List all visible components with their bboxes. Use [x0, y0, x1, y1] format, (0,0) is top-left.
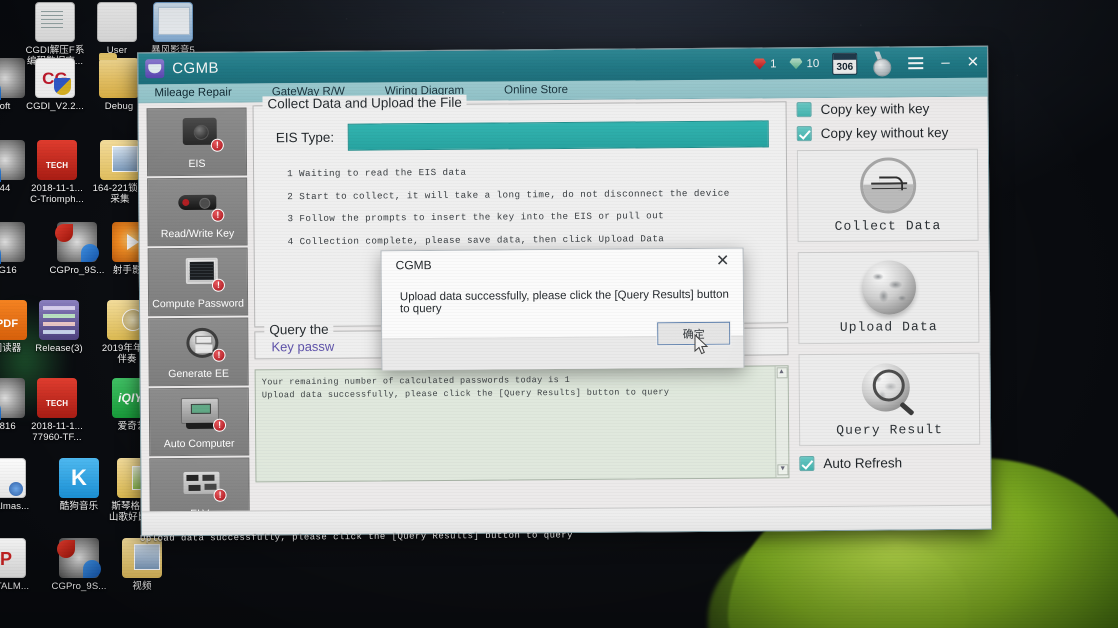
auto-refresh-checkbox[interactable]: Auto Refresh: [799, 455, 980, 472]
folder-icon: [99, 53, 139, 98]
tech-archive-icon: TECH: [37, 140, 77, 180]
checkbox-copy-key-without-key[interactable]: Copy key without key: [796, 124, 978, 142]
desktop-icon[interactable]: TECH 2018-11-1... 77960-TF...: [20, 378, 94, 443]
tab-mileage-repair[interactable]: Mileage Repair: [154, 87, 231, 100]
tab-online-store[interactable]: Online Store: [504, 84, 568, 97]
scroll-down-arrow-icon[interactable]: ▼: [777, 464, 789, 476]
desktop-icon-label: Release(3): [35, 343, 83, 354]
query-result-magnifier-icon: [858, 361, 920, 417]
dialog-ok-button[interactable]: 确定: [656, 320, 732, 347]
sidebar-item-read-write-key[interactable]: ! Read/Write Key: [147, 177, 248, 247]
calendar-icon[interactable]: 306: [832, 52, 858, 75]
red-gem-icon: [753, 58, 766, 69]
sidebar-item-generate-ee[interactable]: ! Generate EE: [148, 317, 249, 387]
sidebar-item-label: EIS: [188, 157, 206, 170]
cgmb-app-icon: [145, 59, 165, 79]
log-scrollbar[interactable]: ▲ ▼: [774, 366, 789, 478]
log-output-box[interactable]: Your remaining number of calculated pass…: [254, 365, 790, 483]
desktop-icon-label: IGITALM...: [0, 581, 30, 592]
query-group-legend: Query the: [264, 321, 334, 338]
folder-video-icon: [122, 538, 162, 578]
instruction-list: 1 Waiting to read the EIS data 2 Start to…: [276, 159, 773, 253]
desktop-icon[interactable]: igitalmas...: [0, 458, 43, 512]
instruction-line: 2 Start to collect, it will take a long …: [287, 187, 730, 202]
dialog-titlebar: CGMB ✕: [381, 248, 743, 283]
dialog-title: CGMB: [395, 258, 432, 273]
copy-key-options: Copy key with key Copy key without key: [796, 101, 978, 142]
alert-badge-icon: !: [211, 278, 225, 292]
digital-master-icon: [0, 458, 26, 498]
media-player-icon: [153, 2, 193, 42]
desktop-icon[interactable]: LG16: [0, 222, 42, 276]
tech-archive-icon: TECH: [37, 378, 77, 418]
alert-badge-icon: !: [213, 488, 227, 502]
desktop-icon[interactable]: Release(3): [22, 300, 96, 354]
checkbox-label: Copy key with key: [820, 101, 930, 117]
sidebar-item-label: Read/Write Key: [160, 227, 235, 241]
button-label: Query Result: [836, 422, 944, 438]
alert-badge-icon: !: [210, 138, 224, 152]
cgpro-icon: [57, 538, 101, 578]
collect-group-legend: Collect Data and Upload the File: [262, 94, 467, 112]
folder-image-icon: [100, 140, 140, 180]
cgdi-app-icon: CG: [35, 58, 75, 98]
eis-type-input[interactable]: [347, 120, 770, 151]
medal-icon[interactable]: [870, 51, 892, 75]
action-panel: Copy key with key Copy key without key Co…: [790, 97, 990, 531]
cgpro-icon: [0, 222, 25, 264]
upload-success-dialog: CGMB ✕ Upload data successfully, please …: [380, 247, 745, 371]
key-password-label: Key passw: [271, 338, 335, 355]
desktop-icon-label: LG16: [0, 265, 17, 276]
checkbox-checked-icon: [796, 126, 812, 142]
calendar-count: 306: [836, 61, 854, 73]
module-sidebar: ! EIS! Read/Write Key! Compute Password! Gen…: [139, 102, 250, 535]
desktop-icon[interactable]: CG CGDI_V2.2...: [18, 58, 92, 112]
checkbox-unchecked-icon: [796, 102, 812, 118]
sidebar-item-label: Compute Password: [152, 297, 244, 311]
document-icon: [35, 2, 75, 42]
car-key-icon: [178, 194, 217, 211]
scroll-up-arrow-icon[interactable]: ▲: [776, 367, 788, 379]
desktop-icon-label: CGDI_V2.2...: [26, 101, 84, 112]
eis-type-row: EIS Type:: [276, 120, 772, 151]
collect-data-button[interactable]: Collect Data: [796, 148, 979, 243]
log-line: Upload data successfully, please click t…: [261, 387, 670, 401]
alert-badge-icon: !: [212, 348, 226, 362]
desktop-icon[interactable]: 视频: [105, 538, 179, 592]
log-lines: Your remaining number of calculated pass…: [262, 372, 772, 402]
collect-data-icon: [859, 157, 916, 214]
pdf-document-icon: P: [0, 538, 26, 578]
auto-computer-icon: [180, 397, 220, 425]
sidebar-item-auto-computer[interactable]: ! Auto Computer: [148, 387, 250, 457]
desktop-icon-label: 视频: [132, 581, 152, 592]
button-label: Collect Data: [834, 218, 942, 234]
green-gem-icon: [789, 58, 802, 69]
auto-refresh-label: Auto Refresh: [823, 455, 903, 471]
upload-data-globe-icon: [861, 260, 916, 315]
action-button-group: Collect Data Upload Data Query Result: [796, 148, 981, 447]
dialog-footer: 确定: [382, 320, 744, 371]
sidebar-item-eis[interactable]: ! EIS: [146, 107, 248, 177]
sidebar-item-label: Auto Computer: [163, 437, 235, 451]
button-label: Upload Data: [839, 319, 938, 335]
cgpro-icon: [55, 222, 99, 262]
upload-data-button[interactable]: Upload Data: [797, 250, 980, 345]
checkbox-label: Copy key without key: [820, 124, 949, 141]
sidebar-item-label: Generate EE: [168, 367, 230, 381]
eis-type-label: EIS Type:: [275, 129, 335, 146]
folder-icon: [97, 2, 137, 42]
alert-badge-icon: !: [211, 208, 225, 222]
desktop-icon-label: igitalmas...: [0, 501, 30, 512]
checkbox-copy-key-with-key[interactable]: Copy key with key: [796, 101, 978, 118]
sidebar-item-compute-password[interactable]: ! Compute Password: [147, 247, 249, 317]
checkbox-checked-icon: [799, 456, 815, 472]
rar-archive-icon: [39, 300, 79, 340]
dialog-close-icon[interactable]: ✕: [710, 251, 736, 273]
alert-badge-icon: !: [212, 418, 227, 432]
desktop-icon-label: 2018-11-1... 77960-TF...: [31, 421, 83, 443]
kugou-music-icon: K: [59, 458, 99, 498]
desktop-icon[interactable]: 暴风影音5: [136, 2, 210, 56]
desktop-icon[interactable]: P IGITALM...: [0, 538, 43, 592]
query-result-button[interactable]: Query Result: [798, 352, 981, 447]
